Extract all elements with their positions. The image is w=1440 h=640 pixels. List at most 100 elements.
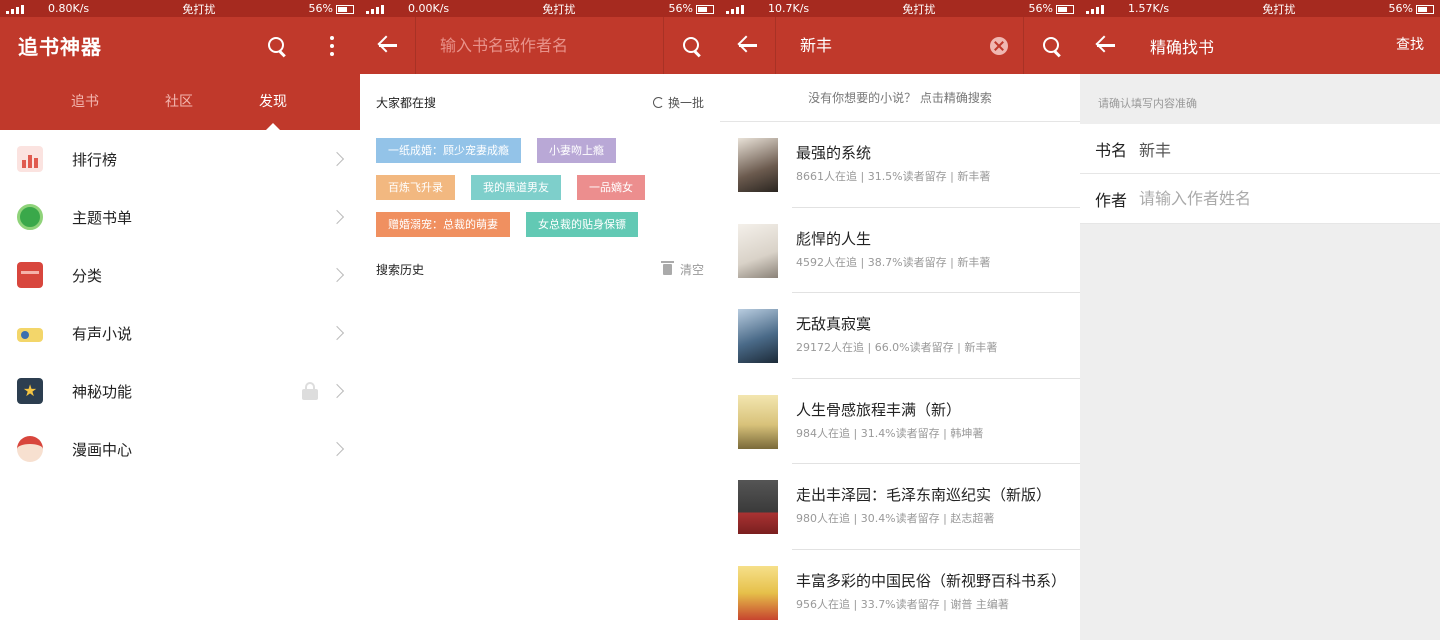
author-input[interactable] (1139, 189, 1399, 208)
menu-item-ranking[interactable]: 排行榜 (0, 130, 360, 188)
category-box-icon (17, 262, 43, 288)
menu-label: 排行榜 (72, 150, 118, 169)
author-field[interactable]: 作者 (1080, 174, 1440, 224)
form-note: 请确认填写内容准确 (1098, 97, 1197, 110)
status-bar: 0.00K/s 免打扰 56% (360, 0, 720, 17)
menu-label: 有声小说 (72, 324, 133, 343)
comic-face-icon (17, 436, 43, 462)
tab-discover[interactable]: 发现 (226, 74, 320, 130)
hot-tag[interactable]: 百炼飞升录 (376, 175, 455, 200)
chevron-right-icon (329, 267, 345, 283)
battery-percent: 56% (668, 2, 693, 15)
exact-search-screen: 1.57K/s 免打扰 56% 精确找书 查找 请确认填写内容准确 书名 新丰 … (1080, 0, 1440, 640)
main-tabs: 追书 社区 发现 (0, 74, 360, 130)
menu-item-mystery[interactable]: ★ 神秘功能 (0, 362, 360, 420)
book-cover (738, 138, 778, 192)
find-button[interactable]: 查找 (1396, 17, 1424, 74)
clear-input-icon[interactable] (990, 37, 1008, 55)
menu-item-category[interactable]: 分类 (0, 246, 360, 304)
hot-tag[interactable]: 女总裁的贴身保镖 (526, 212, 638, 237)
refresh-label: 换一批 (667, 95, 704, 110)
history-title: 搜索历史 (376, 262, 425, 277)
search-field-wrap (416, 17, 664, 74)
history-header: 搜索历史 清空 (360, 249, 720, 289)
hot-tag[interactable]: 一纸成婚：顾少宠妻成瘾 (376, 138, 521, 163)
book-title: 彪悍的人生 (796, 229, 872, 248)
book-title: 人生骨感旅程丰满（新） (796, 400, 962, 419)
clear-history-button[interactable]: 清空 (660, 260, 704, 278)
book-name-value[interactable]: 新丰 (1139, 137, 1171, 161)
more-options-icon[interactable] (329, 36, 335, 56)
book-cover (738, 565, 778, 620)
book-cover (738, 394, 778, 449)
dnd-label: 免打扰 (902, 2, 936, 16)
signal-icon (366, 4, 404, 14)
app-bar: 精确找书 查找 (1080, 17, 1440, 74)
battery-percent: 56% (1028, 2, 1053, 15)
book-meta: 4592人在追 | 38.7%读者留存 | 新丰著 (796, 255, 991, 269)
hot-tag[interactable]: 我的黑道男友 (471, 175, 561, 200)
search-icon[interactable] (267, 36, 287, 56)
hot-tag[interactable]: 一品嫡女 (577, 175, 645, 200)
search-icon[interactable] (1042, 36, 1062, 56)
network-speed: 1.57K/s (1128, 2, 1170, 15)
dnd-label: 免打扰 (542, 2, 576, 16)
book-title: 丰富多彩的中国民俗（新视野百科书系） (796, 571, 1067, 590)
battery-percent: 56% (1388, 2, 1413, 15)
list-item[interactable]: 无敌真寂寞 29172人在追 | 66.0%读者留存 | 新丰著 (720, 293, 1080, 379)
results-list: 最强的系统 8661人在追 | 31.5%读者留存 | 新丰著 彪悍的人生 45… (720, 122, 1080, 635)
search-icon[interactable] (682, 36, 702, 56)
signal-icon (726, 4, 764, 14)
status-bar: 0.80K/s 免打扰 56% (0, 0, 360, 17)
hot-search-title: 大家都在搜 (376, 95, 437, 110)
exact-search-hint[interactable]: 没有你想要的小说？ 点击精确搜索 (720, 74, 1080, 122)
book-cover (738, 223, 778, 278)
list-item[interactable]: 走出丰泽园：毛泽东南巡纪实（新版） 980人在追 | 30.4%读者留存 | 赵… (720, 464, 1080, 550)
hot-tags: 一纸成婚：顾少宠妻成瘾 小妻吻上瘾 百炼飞升录 我的黑道男友 一品嫡女 赠婚溺宠… (360, 130, 720, 249)
signal-icon (6, 4, 44, 14)
results-screen: 10.7K/s 免打扰 56% 新丰 没有你想要的小说？ 点击精确搜索 最强的系… (720, 0, 1080, 640)
battery-icon (1415, 4, 1434, 14)
status-bar: 10.7K/s 免打扰 56% (720, 0, 1080, 17)
menu-item-comic[interactable]: 漫画中心 (0, 420, 360, 478)
back-arrow-icon[interactable] (737, 35, 759, 55)
battery-icon (1055, 4, 1074, 14)
search-input[interactable] (440, 36, 664, 55)
signal-icon (1086, 4, 1124, 14)
ranking-chart-icon (17, 146, 43, 172)
radio-icon (17, 328, 43, 342)
book-name-field[interactable]: 书名 新丰 (1080, 124, 1440, 174)
refresh-icon (652, 96, 664, 108)
back-arrow-icon[interactable] (377, 35, 399, 55)
list-item[interactable]: 彪悍的人生 4592人在追 | 38.7%读者留存 | 新丰著 (720, 208, 1080, 293)
book-meta: 980人在追 | 30.4%读者留存 | 赵志超著 (796, 512, 995, 525)
search-query[interactable]: 新丰 (800, 17, 832, 74)
tab-follow[interactable]: 追书 (38, 74, 132, 130)
author-label: 作者 (1095, 190, 1128, 210)
menu-item-audiobook[interactable]: 有声小说 (0, 304, 360, 362)
status-bar: 1.57K/s 免打扰 56% (1080, 0, 1440, 17)
form-area: 请确认填写内容准确 书名 新丰 作者 (1080, 74, 1440, 640)
menu-label: 主题书单 (72, 208, 133, 227)
refresh-button[interactable]: 换一批 (652, 94, 704, 111)
discover-screen: 0.80K/s 免打扰 56% 追书神器 追书 社区 发现 排行榜 主题书单 分… (0, 0, 360, 640)
battery-percent: 56% (308, 2, 333, 15)
book-meta: 984人在追 | 31.4%读者留存 | 韩坤著 (796, 426, 984, 440)
dnd-label: 免打扰 (1262, 2, 1296, 16)
menu-label: 分类 (72, 266, 103, 285)
app-bar: 追书神器 (0, 17, 360, 74)
list-item[interactable]: 丰富多彩的中国民俗（新视野百科书系） 956人在追 | 33.7%读者留存 | … (720, 550, 1080, 636)
book-cover (738, 480, 778, 534)
search-bar (360, 17, 720, 74)
hot-tag[interactable]: 小妻吻上瘾 (537, 138, 616, 163)
back-arrow-icon[interactable] (1095, 35, 1117, 55)
chevron-right-icon (329, 151, 345, 167)
page-title: 精确找书 (1150, 37, 1215, 57)
menu-item-booklist[interactable]: 主题书单 (0, 188, 360, 246)
hot-tag[interactable]: 赠婚溺宠：总裁的萌妻 (376, 212, 510, 237)
list-item[interactable]: 人生骨感旅程丰满（新） 984人在追 | 31.4%读者留存 | 韩坤著 (720, 379, 1080, 464)
list-item[interactable]: 最强的系统 8661人在追 | 31.5%读者留存 | 新丰著 (720, 122, 1080, 208)
tab-community[interactable]: 社区 (132, 74, 226, 130)
chevron-right-icon (329, 441, 345, 457)
network-speed: 0.80K/s (48, 2, 90, 15)
